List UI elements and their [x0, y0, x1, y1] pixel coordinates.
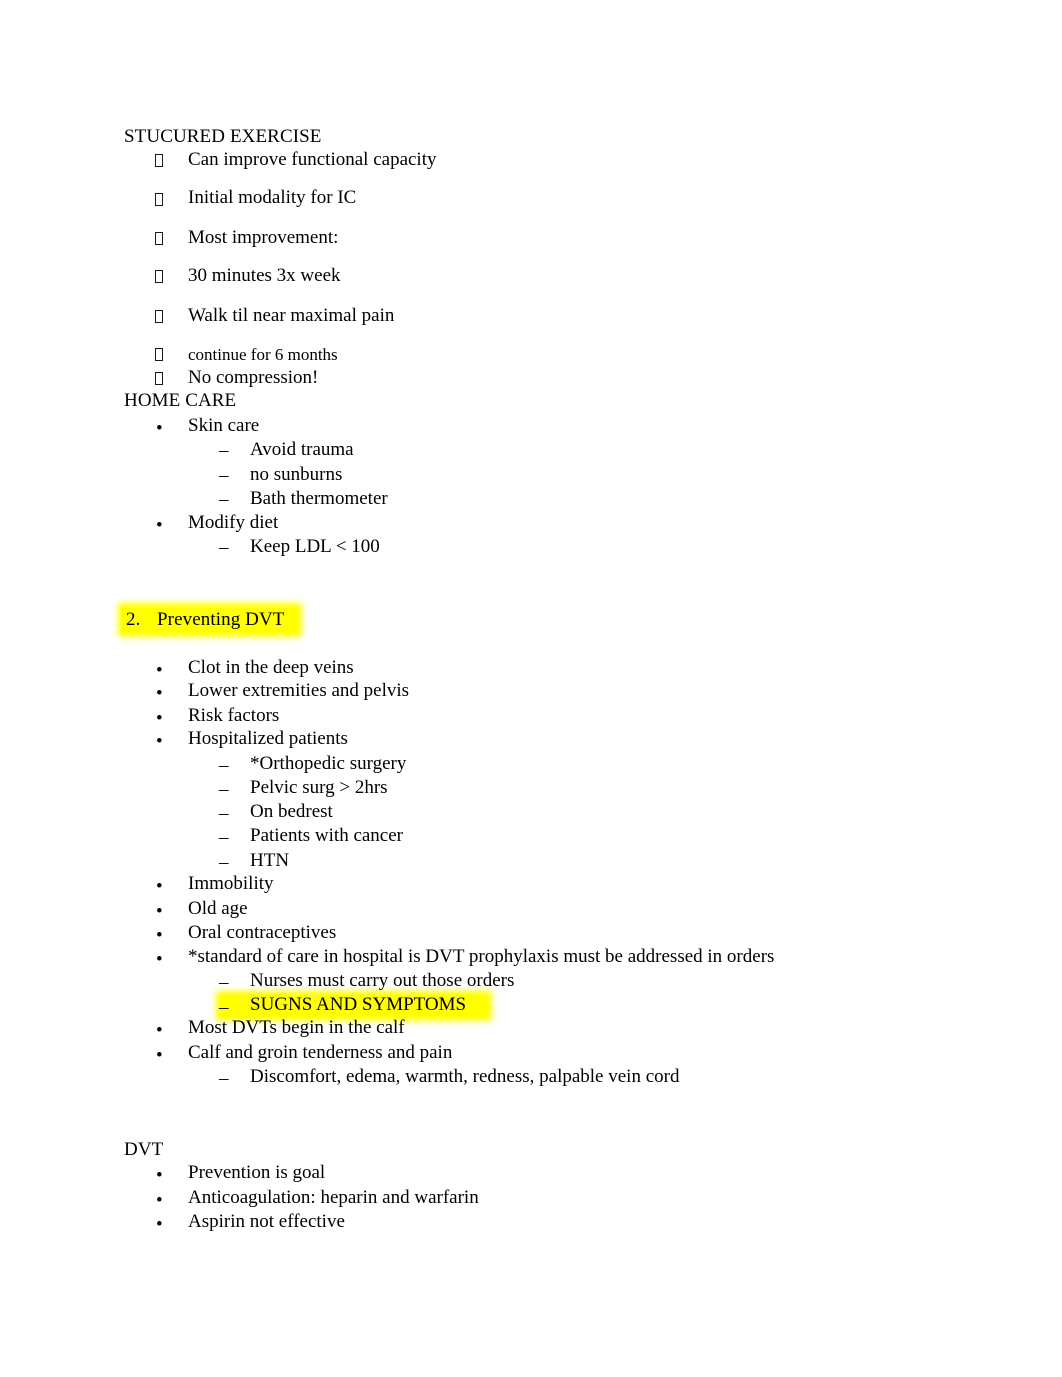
list-item: Clot in the deep veins: [188, 657, 354, 678]
section-heading-dvt: DVT: [124, 1139, 164, 1160]
bullet-dot-icon: •: [156, 708, 163, 729]
list-item: Avoid trauma: [250, 439, 354, 460]
list-item: Lower extremities and pelvis: [188, 680, 410, 701]
list-item: 30 minutes 3x week: [188, 265, 341, 286]
bullet-dash-icon: –: [219, 1068, 229, 1089]
list-item: Immobility: [188, 873, 274, 894]
list-item: Prevention is goal: [188, 1162, 326, 1183]
list-item: Skin care: [188, 415, 260, 436]
bullet-dash-icon: –: [219, 997, 229, 1018]
bullet-dot-icon: •: [156, 876, 163, 897]
bullet-dot-icon: •: [156, 1214, 163, 1235]
bullet-dash-icon: –: [219, 972, 229, 993]
list-item: Keep LDL < 100: [250, 536, 380, 557]
section-heading-structured-exercise: STUCURED EXERCISE: [124, 126, 322, 147]
list-item: Nurses must carry out those orders: [250, 970, 515, 991]
bullet-dash-icon: –: [219, 755, 229, 776]
bullet-dot-icon: •: [156, 683, 163, 704]
bullet-dot-icon: •: [156, 949, 163, 970]
list-item: On bedrest: [250, 801, 333, 822]
bullet-dot-icon: •: [156, 1190, 163, 1211]
numbered-heading-number: 2.: [126, 609, 141, 630]
list-item: continue for 6 months: [188, 345, 338, 364]
list-item: Calf and groin tenderness and pain: [188, 1042, 453, 1063]
bullet-dot-icon: •: [156, 1165, 163, 1186]
bullet-dot-icon: •: [156, 660, 163, 681]
list-item: Patients with cancer: [250, 825, 404, 846]
bullet-missing-glyph-icon: [155, 229, 163, 249]
bullet-dot-icon: •: [156, 418, 163, 439]
list-item: Bath thermometer: [250, 488, 388, 509]
bullet-dash-icon: –: [219, 465, 229, 486]
list-item: Aspirin not effective: [188, 1211, 345, 1232]
bullet-dot-icon: •: [156, 515, 163, 536]
bullet-missing-glyph-icon: [155, 345, 163, 365]
bullet-dash-icon: –: [219, 489, 229, 510]
list-item: Pelvic surg > 2hrs: [250, 777, 388, 798]
bullet-dash-icon: –: [219, 803, 229, 824]
list-item: HTN: [250, 850, 290, 871]
list-item: Anticoagulation: heparin and warfarin: [188, 1187, 479, 1208]
bullet-dash-icon: –: [219, 440, 229, 461]
list-item: Modify diet: [188, 512, 279, 533]
list-item: Old age: [188, 898, 248, 919]
bullet-dash-icon: –: [219, 827, 229, 848]
list-item: Discomfort, edema, warmth, redness, palp…: [250, 1066, 680, 1087]
bullet-dash-icon: –: [219, 779, 229, 800]
section-heading-home-care: HOME CARE: [124, 390, 237, 411]
list-item: Can improve functional capacity: [188, 149, 437, 170]
list-item: Walk til near maximal pain: [188, 305, 395, 326]
numbered-heading-preventing-dvt: Preventing DVT: [157, 609, 285, 630]
bullet-dash-icon: –: [219, 537, 229, 558]
list-item: *Orthopedic surgery: [250, 753, 407, 774]
bullet-missing-glyph-icon: [155, 369, 163, 389]
bullet-missing-glyph-icon: [155, 190, 163, 210]
bullet-dot-icon: •: [156, 901, 163, 922]
list-item: Initial modality for IC: [188, 187, 357, 208]
list-item: No compression!: [188, 367, 319, 388]
bullet-missing-glyph-icon: [155, 267, 163, 287]
bullet-dot-icon: •: [156, 1020, 163, 1041]
list-item: Most improvement:: [188, 227, 339, 248]
list-item: Risk factors: [188, 705, 280, 726]
bullet-missing-glyph-icon: [155, 151, 163, 171]
document-page: STUCURED EXERCISE Can improve functional…: [0, 0, 1062, 1377]
list-item-highlighted: SUGNS AND SYMPTOMS: [250, 994, 467, 1015]
list-item: *standard of care in hospital is DVT pro…: [188, 946, 775, 967]
list-item: Hospitalized patients: [188, 728, 348, 749]
list-item: Oral contraceptives: [188, 922, 337, 943]
list-item: Most DVTs begin in the calf: [188, 1017, 405, 1038]
bullet-dash-icon: –: [219, 852, 229, 873]
bullet-missing-glyph-icon: [155, 307, 163, 327]
list-item: no sunburns: [250, 464, 343, 485]
bullet-dot-icon: •: [156, 925, 163, 946]
bullet-dot-icon: •: [156, 1045, 163, 1066]
bullet-dot-icon: •: [156, 731, 163, 752]
